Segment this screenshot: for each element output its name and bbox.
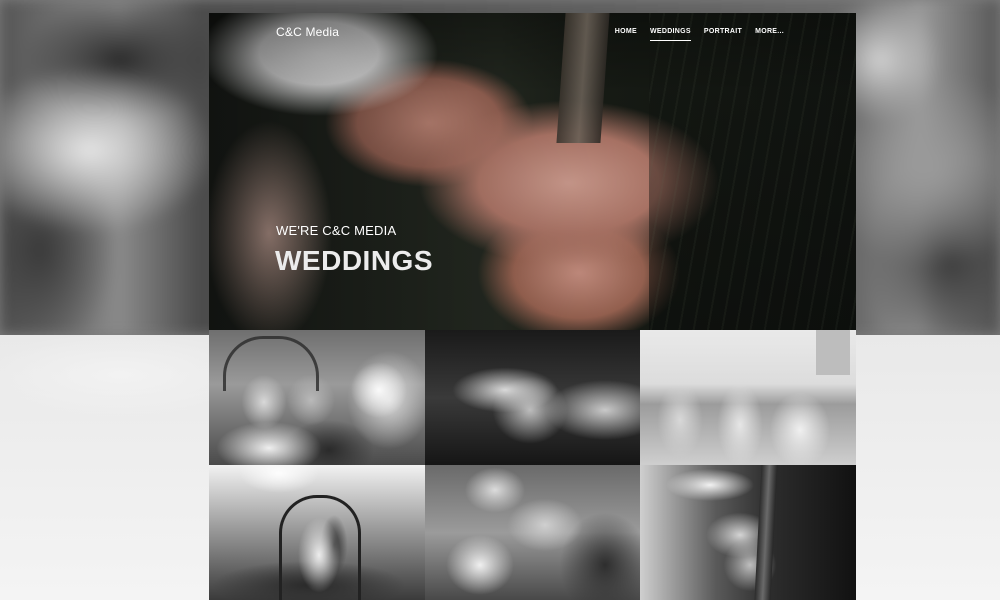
gallery-tile-hands-embrace[interactable] — [425, 330, 640, 465]
gallery-tile-groom-crying[interactable] — [209, 330, 425, 465]
nav-weddings[interactable]: WEDDINGS — [649, 28, 691, 41]
hero-section: C&C Media HOME WEDDINGS PORTRAIT MORE...… — [209, 13, 856, 330]
nav-home[interactable]: HOME — [615, 28, 637, 41]
nav-portrait[interactable]: PORTRAIT — [704, 28, 742, 41]
photo-gallery — [209, 330, 856, 600]
hero-overlay — [209, 13, 856, 330]
gallery-tile-tent-ceremony[interactable] — [209, 465, 425, 600]
hero-subtitle: WE'RE C&C MEDIA — [276, 223, 397, 238]
website-page: C&C Media HOME WEDDINGS PORTRAIT MORE...… — [209, 13, 856, 600]
hero-title: WEDDINGS — [275, 245, 433, 276]
gallery-tile-beach-ceremony[interactable] — [640, 330, 856, 465]
nav-more[interactable]: MORE... — [755, 28, 784, 41]
gallery-tile-hands-post[interactable] — [640, 465, 856, 600]
main-nav: HOME WEDDINGS PORTRAIT MORE... — [615, 28, 784, 41]
gallery-tile-ring-exchange[interactable] — [425, 465, 640, 600]
brand-logo-link[interactable]: C&C Media — [276, 25, 339, 39]
